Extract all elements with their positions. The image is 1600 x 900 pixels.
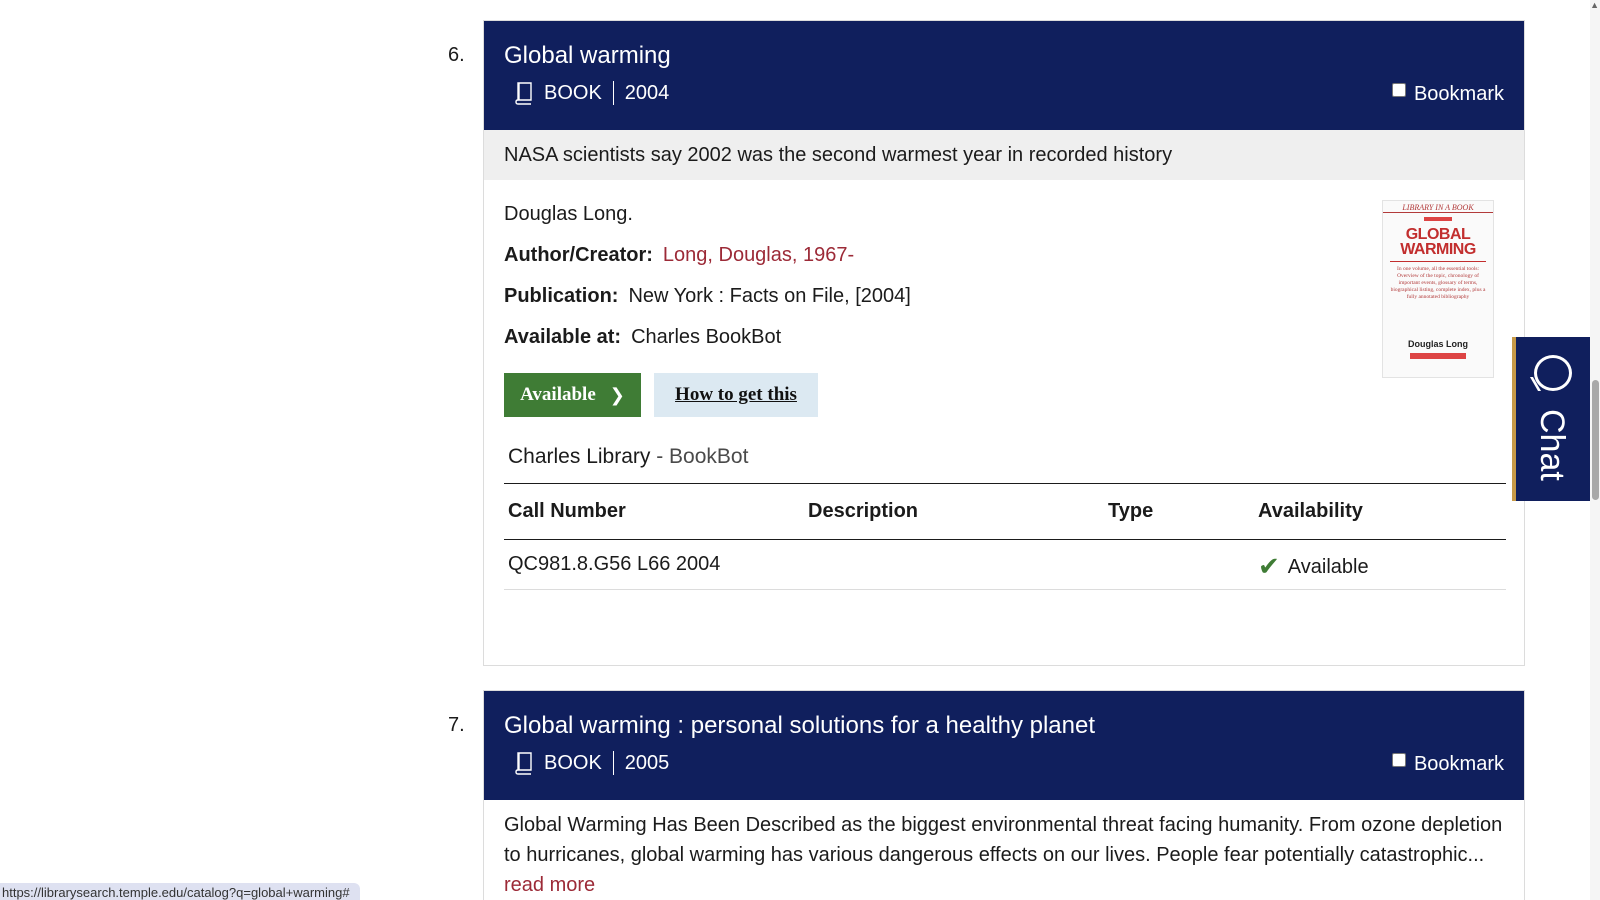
result-subtitle: NASA scientists say 2002 was the second … bbox=[484, 130, 1524, 180]
cover-blurb: In one volume, all the essential tools: … bbox=[1390, 266, 1486, 300]
available-at-label: Available at: bbox=[504, 326, 622, 348]
result-summary: Global Warming Has Been Described as the… bbox=[484, 800, 1524, 900]
column-header-availability: Availability bbox=[1254, 483, 1506, 540]
cover-decoration bbox=[1410, 353, 1466, 359]
availability-cell: ✔ Available bbox=[1254, 539, 1506, 590]
result-title-link[interactable]: Global warming bbox=[504, 41, 1504, 71]
description-cell bbox=[804, 539, 1104, 590]
cover-rule bbox=[1390, 261, 1486, 262]
publication-year: 2004 bbox=[624, 81, 670, 104]
cover-title-line: GLOBAL bbox=[1405, 226, 1471, 243]
read-more-link[interactable]: read more bbox=[504, 870, 1504, 900]
available-at-value: Charles BookBot bbox=[631, 326, 782, 348]
chat-button[interactable]: Chat bbox=[1512, 337, 1591, 501]
author-field: Author/Creator: Long, Douglas, 1967- bbox=[504, 243, 1504, 267]
responsibility-statement: Douglas Long. bbox=[504, 203, 633, 225]
how-to-get-this-button[interactable]: How to get this bbox=[654, 373, 818, 417]
result-title-link[interactable]: Global warming : personal solutions for … bbox=[504, 711, 1504, 741]
scrollbar-thumb[interactable] bbox=[1592, 380, 1599, 500]
status-bar-url: https://librarysearch.temple.edu/catalog… bbox=[0, 883, 360, 900]
summary-text: Global Warming Has Been Described as the… bbox=[504, 814, 1503, 866]
table-row: QC981.8.G56 L66 2004 ✔ Available bbox=[504, 539, 1506, 590]
result-number: 6. bbox=[448, 44, 465, 66]
available-button-label: Available bbox=[520, 384, 596, 405]
bookmark-checkbox[interactable] bbox=[1391, 752, 1406, 767]
library-name: Charles Library bbox=[508, 445, 651, 468]
result-card: Global warming : personal solutions for … bbox=[483, 690, 1525, 900]
bookmark-toggle[interactable]: Bookmark bbox=[1391, 752, 1504, 776]
bookmark-label: Bookmark bbox=[1413, 83, 1504, 105]
holdings-header-row: Call Number Description Type Availabilit… bbox=[504, 483, 1506, 540]
cover-title-line: WARMING bbox=[1400, 241, 1476, 258]
meta-divider bbox=[612, 81, 614, 105]
column-header-call-number: Call Number bbox=[504, 483, 804, 540]
publication-field: Publication: New York : Facts on File, [2… bbox=[504, 284, 1504, 308]
result-card: Global warming BOOK 2004 Bookmark NASA s… bbox=[483, 20, 1525, 666]
book-cover-image[interactable]: LIBRARY IN A BOOK GLOBAL WARMING In one … bbox=[1382, 200, 1494, 378]
book-icon bbox=[514, 751, 534, 775]
result-header: Global warming : personal solutions for … bbox=[484, 691, 1524, 800]
publication-value: New York : Facts on File, [2004] bbox=[628, 285, 911, 307]
result-meta: BOOK 2004 bbox=[504, 81, 669, 105]
format-label: BOOK bbox=[544, 751, 602, 774]
cover-series: LIBRARY IN A BOOK bbox=[1383, 203, 1493, 213]
result-body: Douglas Long. Author/Creator: Long, Dougl… bbox=[484, 180, 1524, 590]
result-header: Global warming BOOK 2004 Bookmark bbox=[484, 21, 1524, 130]
column-header-type: Type bbox=[1104, 483, 1254, 540]
author-link[interactable]: Long, Douglas, 1967- bbox=[663, 244, 854, 266]
format-label: BOOK bbox=[544, 81, 602, 104]
call-number-cell: QC981.8.G56 L66 2004 bbox=[504, 539, 804, 590]
cover-decoration bbox=[1424, 217, 1452, 221]
publication-year: 2005 bbox=[624, 751, 670, 774]
author-label: Author/Creator: bbox=[504, 244, 653, 266]
cover-title: GLOBAL WARMING bbox=[1383, 226, 1493, 258]
holdings-table: Call Number Description Type Availabilit… bbox=[504, 483, 1506, 590]
library-location: - BookBot bbox=[650, 445, 749, 468]
cover-author: Douglas Long bbox=[1408, 339, 1468, 349]
bookmark-checkbox[interactable] bbox=[1391, 82, 1406, 97]
page-scrollbar[interactable]: ▲ bbox=[1590, 0, 1600, 900]
checkmark-icon: ✔ bbox=[1258, 551, 1280, 581]
bookmark-toggle[interactable]: Bookmark bbox=[1391, 82, 1504, 106]
column-header-description: Description bbox=[804, 483, 1104, 540]
library-heading: Charles Library - BookBot bbox=[504, 445, 1504, 469]
chevron-right-icon: ❯ bbox=[609, 384, 625, 406]
result-meta: BOOK 2005 bbox=[504, 751, 669, 775]
bookmark-label: Bookmark bbox=[1413, 753, 1504, 775]
available-button[interactable]: Available ❯ bbox=[504, 373, 641, 417]
action-buttons: Available ❯ How to get this bbox=[504, 373, 1504, 417]
type-cell bbox=[1104, 539, 1254, 590]
available-at-field: Available at: Charles BookBot bbox=[504, 325, 1504, 349]
scroll-up-arrow-icon[interactable]: ▲ bbox=[1590, 0, 1599, 10]
chat-label: Chat bbox=[1533, 409, 1571, 481]
availability-status: Available bbox=[1287, 556, 1369, 578]
result-number: 7. bbox=[448, 714, 465, 736]
meta-divider bbox=[612, 751, 614, 775]
book-icon bbox=[514, 81, 534, 105]
publication-label: Publication: bbox=[504, 285, 619, 307]
